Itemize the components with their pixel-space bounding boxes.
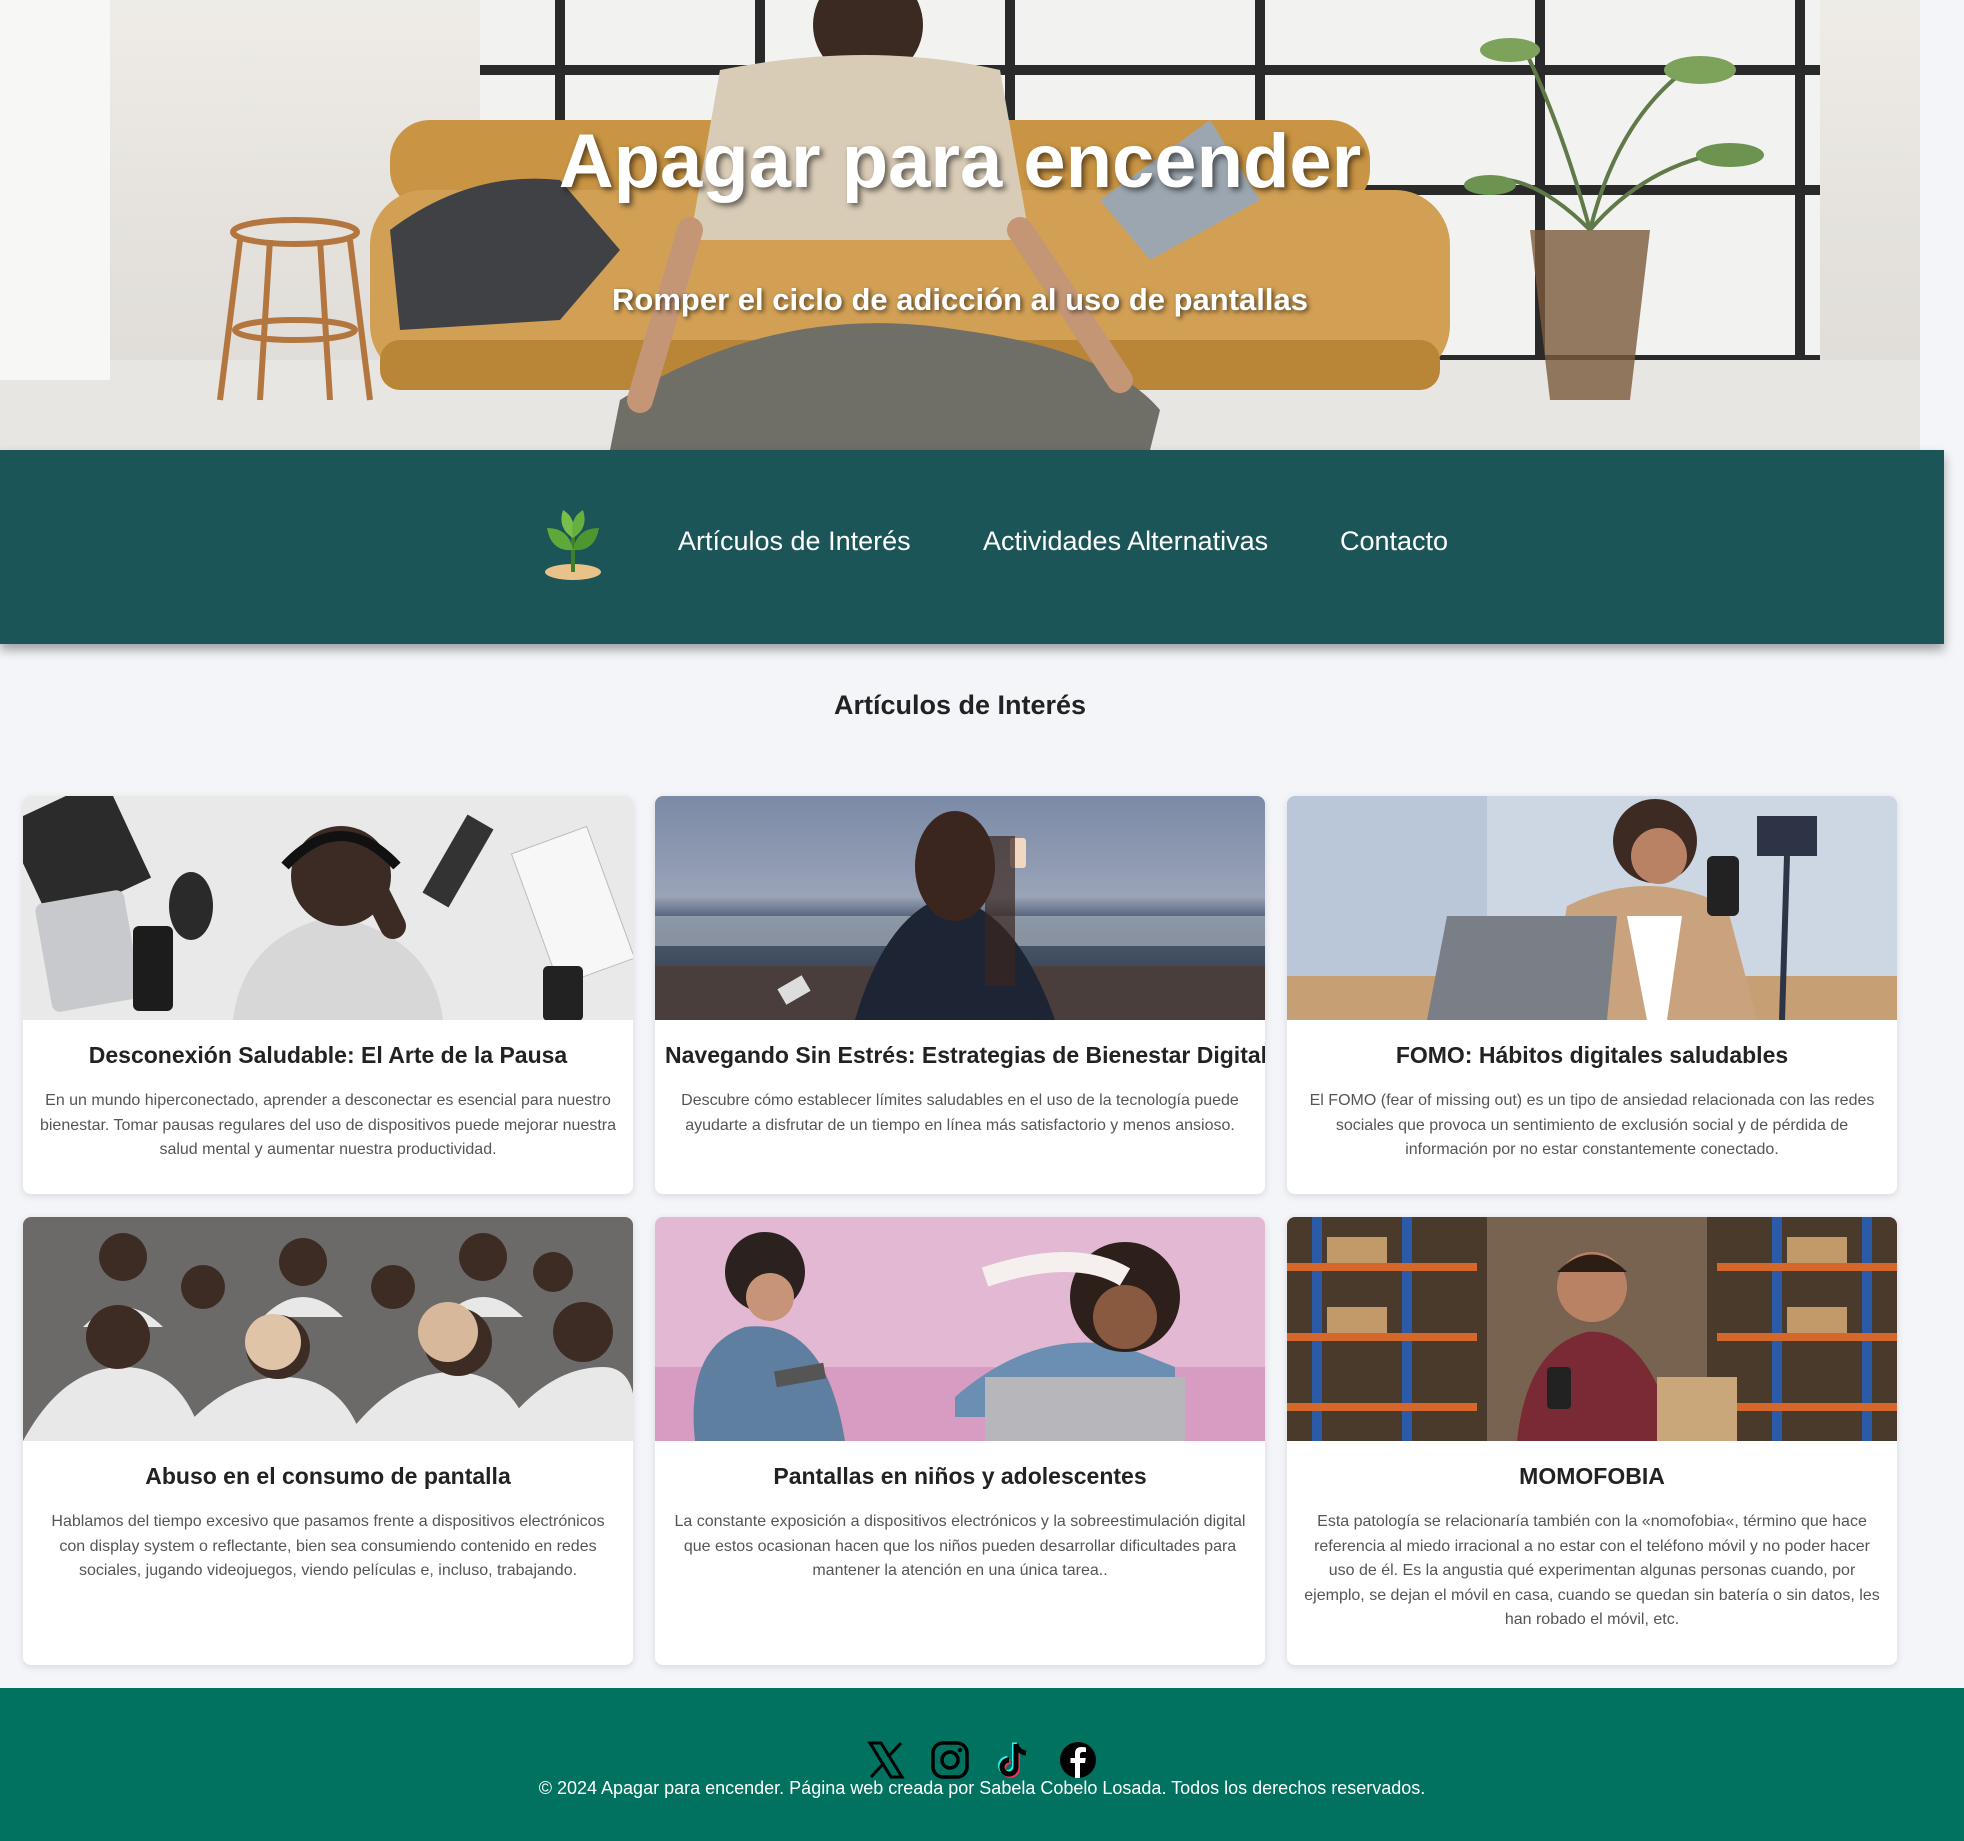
article-text: En un mundo hiperconectado, aprender a d… — [39, 1092, 617, 1158]
facebook-icon[interactable] — [1058, 1740, 1098, 1780]
hero-background-image — [0, 0, 1920, 450]
article-text: Descubre cómo establecer límites saludab… — [681, 1092, 1239, 1134]
article-text: La constante exposición a dispositivos e… — [674, 1513, 1246, 1579]
nav-link-articulos[interactable]: Artículos de Interés — [678, 526, 911, 557]
hero-banner: Apagar para encender Romper el ciclo de … — [0, 0, 1920, 450]
article-card[interactable]: Navegando Sin Estrés: Estrategias de Bie… — [655, 796, 1265, 1194]
article-card[interactable]: MOMOFOBIA Esta patología se relacionaría… — [1287, 1217, 1897, 1665]
article-image — [1287, 796, 1897, 1020]
article-card[interactable]: Desconexión Saludable: El Arte de la Pau… — [23, 796, 633, 1194]
hero-subtitle: Romper el ciclo de adicción al uso de pa… — [612, 282, 1308, 317]
x-twitter-icon[interactable] — [866, 1740, 906, 1780]
section-title: Artículos de Interés — [833, 690, 1087, 720]
article-text: Esta patología se relacionaría también c… — [1304, 1513, 1880, 1628]
article-title[interactable]: Pantallas en niños y adolescentes — [665, 1463, 1255, 1490]
article-card[interactable]: FOMO: Hábitos digitales saludables El FO… — [1287, 796, 1897, 1194]
article-title[interactable]: MOMOFOBIA — [1297, 1463, 1887, 1490]
article-image — [1287, 1217, 1897, 1441]
footer — [0, 1688, 1964, 1841]
tiktok-icon[interactable] — [994, 1740, 1034, 1780]
article-image — [655, 796, 1265, 1020]
article-title[interactable]: FOMO: Hábitos digitales saludables — [1297, 1042, 1887, 1069]
main-navigation: Artículos de Interés Actividades Alterna… — [0, 450, 1944, 644]
article-text: Hablamos del tiempo excesivo que pasamos… — [51, 1513, 605, 1579]
article-title[interactable]: Desconexión Saludable: El Arte de la Pau… — [33, 1042, 623, 1069]
nav-link-contacto[interactable]: Contacto — [1340, 526, 1448, 557]
article-title[interactable]: Navegando Sin Estrés: Estrategias de Bie… — [665, 1042, 1265, 1069]
article-text: El FOMO (fear of missing out) es un tipo… — [1309, 1092, 1875, 1158]
article-image — [655, 1217, 1265, 1441]
article-card[interactable]: Abuso en el consumo de pantalla Hablamos… — [23, 1217, 633, 1665]
copyright-text: © 2024 Apagar para encender. Página web … — [538, 1778, 1426, 1798]
plant-sprout-icon[interactable] — [543, 506, 603, 580]
article-title[interactable]: Abuso en el consumo de pantalla — [33, 1463, 623, 1490]
hero-title: Apagar para encender — [558, 119, 1362, 204]
instagram-icon[interactable] — [930, 1740, 970, 1780]
article-card[interactable]: Pantallas en niños y adolescentes La con… — [655, 1217, 1265, 1665]
nav-link-actividades[interactable]: Actividades Alternativas — [983, 526, 1268, 557]
article-image — [23, 796, 633, 1020]
article-image — [23, 1217, 633, 1441]
